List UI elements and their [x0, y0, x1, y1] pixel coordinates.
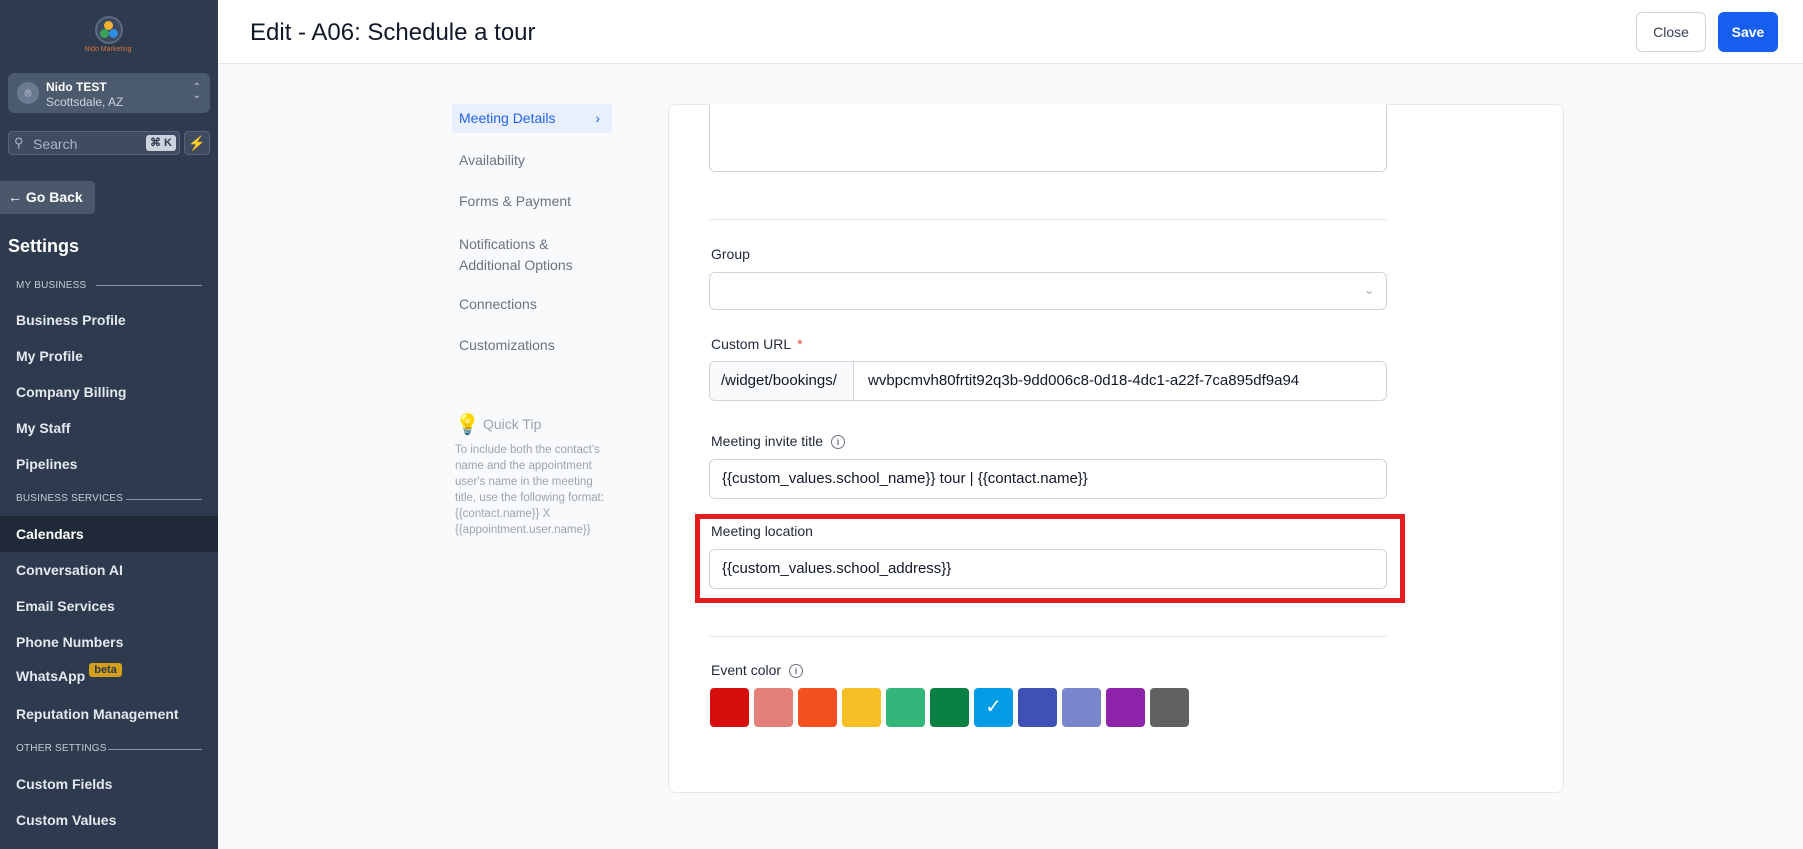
sidebar: Nido Marketing ⌾ Nido TEST Scottsdale, A… — [0, 0, 218, 849]
color-swatch[interactable] — [1062, 688, 1101, 727]
divider — [709, 636, 1387, 637]
tab-customizations[interactable]: Customizations — [452, 337, 612, 353]
divider — [108, 749, 202, 750]
sidebar-item-company-billing[interactable]: Company Billing — [16, 384, 126, 400]
section-title-my-business: MY BUSINESS — [16, 280, 87, 291]
account-switcher[interactable]: ⌾ Nido TEST Scottsdale, AZ ⌃ ⌄ — [8, 73, 210, 113]
location-pin-icon: ⌾ — [17, 82, 39, 104]
section-title-other-settings: OTHER SETTINGS — [16, 743, 107, 754]
color-swatch[interactable] — [1150, 688, 1189, 727]
chevron-down-icon: ⌄ — [1363, 283, 1374, 297]
sidebar-item-phone-numbers[interactable]: Phone Numbers — [16, 634, 123, 650]
color-swatch[interactable] — [930, 688, 969, 727]
meeting-location-input[interactable]: {{custom_values.school_address}} — [709, 549, 1387, 589]
custom-url-field[interactable]: /widget/bookings/ wvbpcmvh80frtit92q3b-9… — [709, 361, 1387, 401]
page-header: Edit - A06: Schedule a tour Close Save — [218, 0, 1803, 64]
url-prefix: /widget/bookings/ — [710, 362, 854, 400]
go-back-label: Go Back — [25, 189, 83, 205]
quick-tip-body: To include both the contact's name and t… — [455, 444, 604, 536]
group-select[interactable]: ⌄ — [709, 272, 1387, 310]
sidebar-item-email-services[interactable]: Email Services — [16, 598, 115, 614]
close-button[interactable]: Close — [1636, 12, 1706, 52]
sidebar-item-my-profile[interactable]: My Profile — [16, 348, 83, 364]
info-icon[interactable]: i — [831, 435, 846, 449]
check-icon: ✓ — [985, 696, 1002, 718]
divider — [126, 499, 202, 500]
color-swatch[interactable] — [798, 688, 837, 727]
logo-text: Nido Marketing — [84, 46, 132, 53]
sidebar-item-custom-values[interactable]: Custom Values — [16, 812, 116, 828]
tab-connections[interactable]: Connections — [452, 296, 612, 312]
chevron-right-icon: › — [595, 110, 600, 126]
divider — [709, 219, 1387, 220]
color-swatch[interactable] — [710, 688, 749, 727]
event-color-label: Event color i — [711, 662, 804, 679]
logo-dot — [109, 29, 118, 38]
account-name: Nido TEST — [46, 80, 107, 94]
custom-url-label-text: Custom URL — [711, 336, 792, 352]
sidebar-item-custom-fields[interactable]: Custom Fields — [16, 776, 112, 792]
color-swatch[interactable] — [754, 688, 793, 727]
description-textarea[interactable] — [709, 104, 1387, 172]
sidebar-item-business-profile[interactable]: Business Profile — [16, 312, 126, 328]
tab-availability[interactable]: Availability — [452, 152, 612, 168]
account-location: Scottsdale, AZ — [46, 95, 124, 109]
section-title-business-services: BUSINESS SERVICES — [16, 493, 124, 504]
required-mark: * — [797, 336, 803, 352]
color-swatch[interactable] — [842, 688, 881, 727]
sidebar-item-conversation-ai[interactable]: Conversation AI — [16, 562, 123, 578]
color-swatch[interactable] — [1018, 688, 1057, 727]
meeting-invite-title-input[interactable]: {{custom_values.school_name}} tour | {{c… — [709, 459, 1387, 499]
beta-badge: beta — [89, 663, 122, 677]
sidebar-item-my-staff[interactable]: My Staff — [16, 420, 70, 436]
company-logo[interactable]: Nido Marketing — [82, 16, 134, 56]
sidebar-item-pipelines[interactable]: Pipelines — [16, 456, 77, 472]
lightbulb-icon: 💡 — [455, 414, 480, 436]
page-title: Edit - A06: Schedule a tour — [250, 19, 536, 46]
quick-tip-title: Quick Tip — [483, 416, 542, 432]
save-button[interactable]: Save — [1718, 12, 1778, 52]
logo-dot — [100, 29, 109, 38]
tab-meeting-details[interactable]: Meeting Details › — [452, 104, 612, 133]
go-back-button[interactable]: ← Go Back — [0, 181, 95, 214]
custom-url-label: Custom URL * — [711, 336, 803, 352]
meeting-location-label: Meeting location — [711, 523, 813, 539]
settings-title: Settings — [8, 236, 80, 256]
meeting-invite-title-label-text: Meeting invite title — [711, 433, 824, 449]
color-swatch[interactable] — [1106, 688, 1145, 727]
info-icon[interactable]: i — [789, 664, 804, 678]
search-placeholder: Search — [33, 136, 78, 152]
sidebar-item-reputation-management[interactable]: Reputation Management — [16, 706, 179, 722]
tab-label: Meeting Details — [459, 110, 556, 126]
lightning-icon[interactable]: ⚡ — [184, 131, 210, 155]
group-label: Group — [711, 246, 750, 262]
divider — [96, 285, 202, 286]
color-swatch[interactable]: ✓ — [974, 688, 1013, 727]
chevron-up-down-icon: ⌃ ⌄ — [192, 82, 201, 101]
color-swatch[interactable] — [886, 688, 925, 727]
tab-forms-payment[interactable]: Forms & Payment — [452, 193, 612, 209]
custom-url-value[interactable]: wvbpcmvh80frtit92q3b-9dd006c8-0d18-4dc1-… — [868, 362, 1299, 400]
meeting-invite-title-label: Meeting invite title i — [711, 433, 846, 450]
search-icon: ⚲ — [14, 135, 24, 150]
tab-notifications[interactable]: Notifications & Additional Options — [452, 234, 582, 276]
search-input[interactable]: ⚲ Search ⌘ K — [8, 131, 180, 155]
event-color-label-text: Event color — [711, 662, 782, 678]
sidebar-item-whatsapp[interactable]: WhatsApp beta — [16, 663, 122, 685]
sidebar-item-calendars[interactable]: Calendars — [16, 526, 84, 542]
search-shortcut: ⌘ K — [146, 135, 176, 151]
whatsapp-label: WhatsApp — [16, 668, 86, 684]
